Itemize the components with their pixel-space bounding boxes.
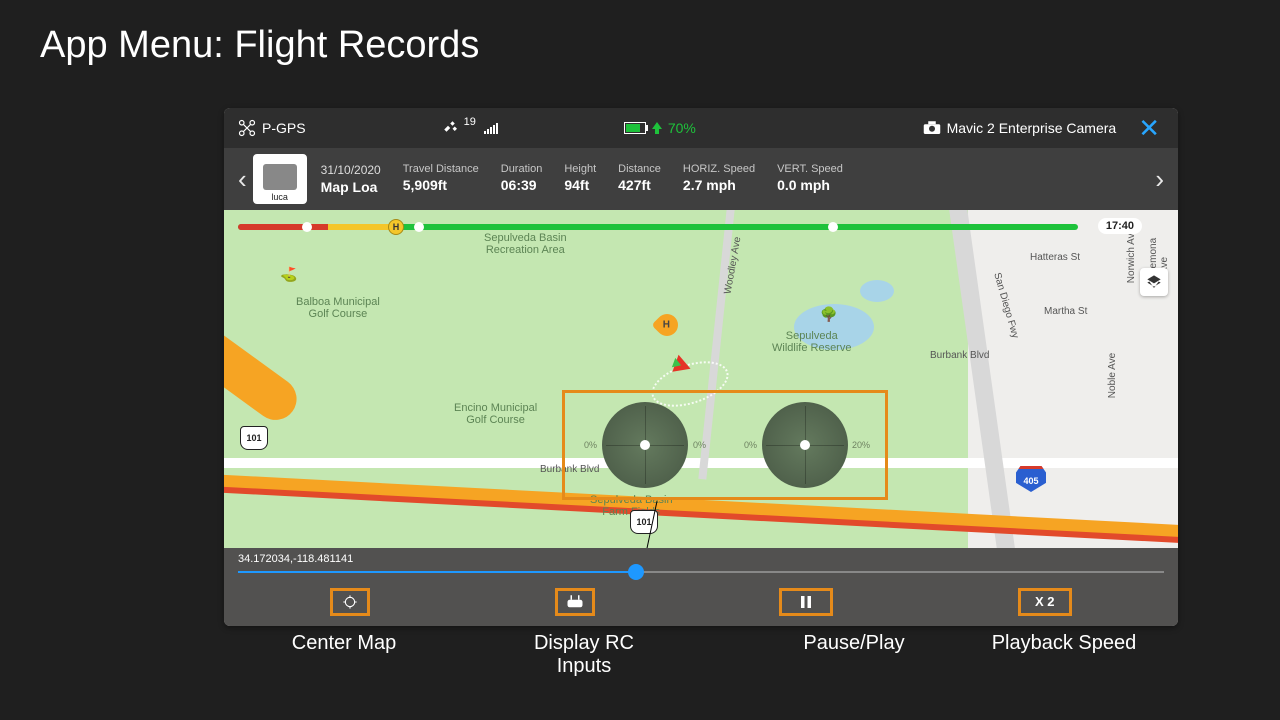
signal-bars-icon [484,122,498,134]
record-thumbnail[interactable]: luca [253,154,307,204]
pause-play-button[interactable] [779,588,833,616]
slide-title: App Menu: Flight Records [40,24,479,67]
playback-bar: 34.172034,-118.481141 X 2 [224,548,1178,626]
prev-record-button[interactable]: ‹ [232,164,253,195]
caption-center-map: Center Map [254,632,434,678]
home-point-marker: H [656,314,678,342]
timeline-time: 17:40 [1098,218,1142,234]
col-travel-distance: Travel Distance 5,909ft [403,163,479,195]
street-norwich: Norwich Ave [1126,228,1137,283]
map-label-balboa-golf: Balboa Municipal Golf Course [296,296,380,320]
col-vert-speed: VERT. Speed 0.0 mph [777,163,843,195]
flight-mode-label: P-GPS [262,120,306,136]
camera-name: Mavic 2 Enterprise Camera [947,120,1117,136]
caption-display-rc: Display RC Inputs [474,632,694,678]
gps-coordinates: 34.172034,-118.481141 [224,548,1178,567]
map-label-wildlife: Sepulveda Wildlife Reserve [772,330,851,354]
map-label-encino-golf: Encino Municipal Golf Course [454,402,537,426]
battery-timeline: H [238,224,1078,230]
button-captions: Center Map Display RC Inputs Pause/Play … [224,632,1178,678]
col-horiz-speed: HORIZ. Speed 2.7 mph [683,163,755,195]
record-date-location: 31/10/2020 Map Loa [321,163,381,195]
caption-playback-speed: Playback Speed [964,632,1164,678]
battery-up-icon [652,122,662,134]
street-martha: Martha St [1044,306,1087,317]
playback-speed-button[interactable]: X 2 [1018,588,1072,616]
flight-mode: P-GPS [238,119,306,137]
satellite-count: 19 [464,116,476,128]
pause-icon [799,595,813,609]
caption-pause-play: Pause/Play [754,632,954,678]
record-date: 31/10/2020 [321,163,381,177]
rc-input-overlay: 0% 0% 0% 20% [562,390,888,500]
layers-icon [1146,274,1162,290]
satellite-status: 19 [442,119,498,137]
battery-status: 70% [624,120,696,136]
satellite-icon [442,119,460,137]
street-hatteras: Hatteras St [1030,252,1080,263]
battery-percent: 70% [668,120,696,136]
drone-icon [238,119,256,137]
status-bar: P-GPS 19 70% Mavic 2 Enterprise Camera [224,108,1178,148]
thumb-caption: luca [271,192,288,202]
camera-name-group: Mavic 2 Enterprise Camera [923,120,1117,136]
street-burbank2: Burbank Blvd [930,350,989,361]
camera-icon [923,121,941,135]
rc-stick-right: 0% 20% [762,402,848,488]
record-info-strip: ‹ luca 31/10/2020 Map Loa Travel Distanc… [224,148,1178,210]
col-duration: Duration 06:39 [501,163,543,195]
record-location: Map Loa [321,179,381,195]
street-noble: Noble Ave [1107,353,1118,398]
flight-record-app: P-GPS 19 70% Mavic 2 Enterprise Camera [224,108,1178,626]
map-label-sepulveda-rec: Sepulveda Basin Recreation Area [484,232,567,256]
rc-stick-left: 0% 0% [602,402,688,488]
playback-scrubber[interactable] [238,567,1164,577]
drone-thumb-icon [263,164,297,190]
record-columns: 31/10/2020 Map Loa Travel Distance 5,909… [321,163,1150,195]
map-view[interactable]: Sepulveda Basin Recreation Area Balboa M… [224,210,1178,548]
crosshair-icon [342,594,358,610]
tree-icon: 🌳 [820,306,837,323]
rc-controller-icon [566,595,584,609]
next-record-button[interactable]: › [1149,164,1170,195]
tree-icon: ⛳ [280,266,297,283]
timeline-home-marker: H [388,219,404,235]
map-layers-button[interactable] [1140,268,1168,296]
center-map-button[interactable] [330,588,370,616]
close-button[interactable]: ✕ [1134,113,1164,144]
display-rc-button[interactable] [555,588,595,616]
shield-101: 101 [240,426,268,450]
col-distance: Distance 427ft [618,163,661,195]
col-height: Height 94ft [564,163,596,195]
battery-icon [624,122,646,134]
